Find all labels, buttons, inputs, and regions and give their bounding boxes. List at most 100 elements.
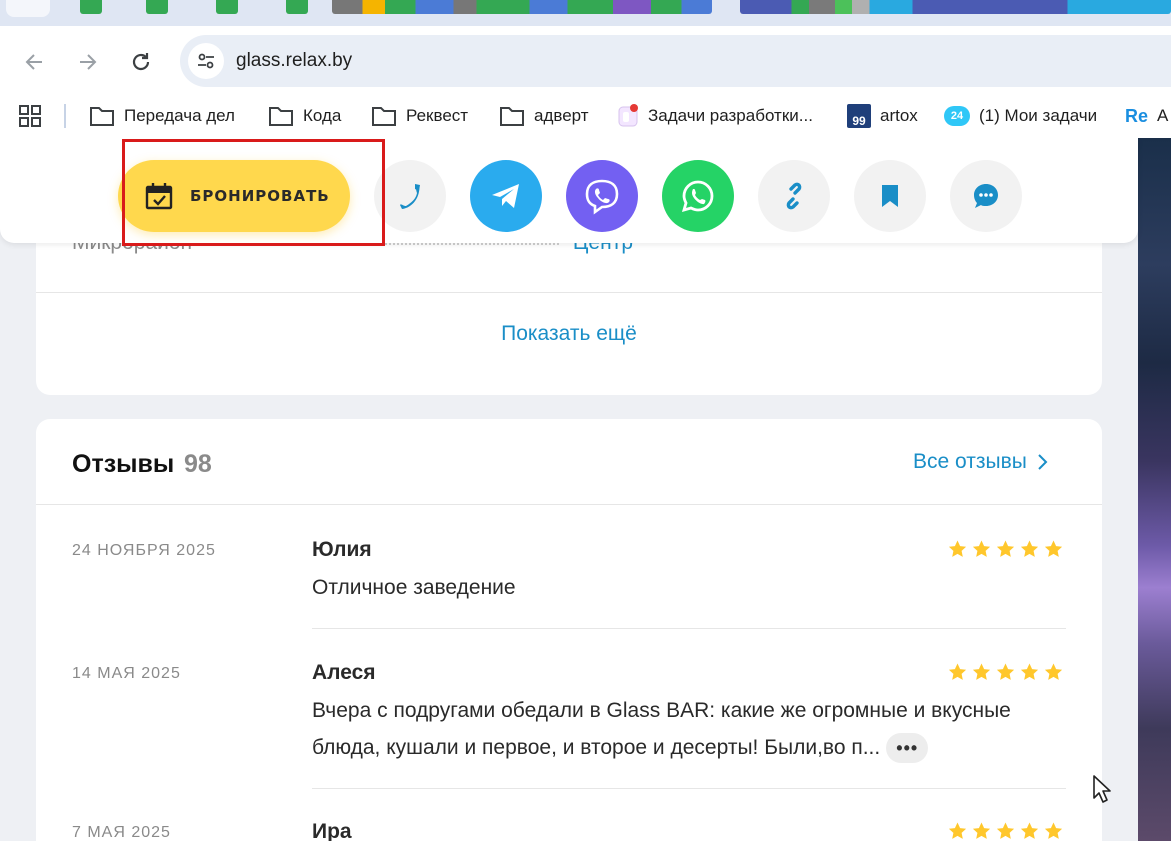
- url-text[interactable]: glass.relax.by: [236, 50, 352, 72]
- star-icon: [948, 822, 967, 839]
- folder-icon: [500, 107, 524, 126]
- star-icon: [1020, 663, 1039, 680]
- star-icon: [1044, 540, 1063, 557]
- bookmark-label: Реквест: [406, 106, 469, 125]
- folder-icon: [90, 107, 114, 126]
- bookmark-label: artox: [880, 106, 918, 125]
- back-arrow-icon: [25, 54, 42, 70]
- reviews-card: Отзывы 98 Все отзывы 24 ноября 2025 Юлия…: [36, 419, 1102, 841]
- apps-grid-icon: [19, 105, 41, 127]
- card-divider: [36, 292, 1102, 293]
- viber-button[interactable]: [566, 160, 638, 232]
- folder-icon: [372, 107, 396, 126]
- tab-home[interactable]: [6, 0, 50, 17]
- bookmark-label: Кода: [303, 106, 342, 125]
- reviews-title: Отзывы: [72, 450, 175, 478]
- bookmark-link[interactable]: 24 (1) Мои задачи: [944, 103, 1097, 129]
- bookmark-link[interactable]: Задачи разработки...: [617, 103, 813, 129]
- tab-favicon[interactable]: [146, 0, 168, 14]
- tab-favicons-group[interactable]: [332, 0, 712, 14]
- re-icon: Re: [1125, 105, 1149, 126]
- review-date: 14 мая 2025: [72, 665, 181, 682]
- bookmark-folder[interactable]: Реквест: [371, 103, 468, 129]
- star-icon: [1020, 540, 1039, 557]
- tab-favicon[interactable]: [80, 0, 102, 14]
- sticky-action-bar: БРОНИРОВАТЬ: [0, 138, 1138, 246]
- highlight-box: [122, 139, 385, 246]
- 99-icon: 99: [847, 104, 871, 128]
- reload-button[interactable]: [127, 48, 155, 76]
- mouse-cursor-icon: [1093, 775, 1111, 803]
- bookmark-label: A: [1157, 106, 1169, 125]
- reviews-header-divider: [36, 504, 1102, 505]
- bitrix24-icon: 24: [944, 106, 970, 126]
- review-date: 7 мая 2025: [72, 824, 171, 841]
- star-icon: [1044, 663, 1063, 680]
- review-rating: [947, 662, 1064, 682]
- bookmarks-bar: Передача дел Кода Реквест адверт Задачи …: [0, 94, 1171, 138]
- phone-icon: [400, 184, 420, 209]
- reload-icon: [132, 53, 150, 71]
- chat-icon: [974, 184, 998, 208]
- review-text: Отличное заведение: [312, 576, 516, 599]
- reviews-count: 98: [184, 450, 212, 478]
- telegram-icon: [492, 184, 519, 208]
- tab-strip: [0, 0, 1171, 26]
- share-link-button[interactable]: [758, 160, 830, 232]
- address-bar[interactable]: glass.relax.by: [180, 35, 1171, 87]
- star-icon: [948, 540, 967, 557]
- telegram-button[interactable]: [470, 160, 542, 232]
- folder-icon: [269, 107, 293, 126]
- bookmark-button[interactable]: [854, 160, 926, 232]
- review-divider: [312, 628, 1066, 629]
- back-button[interactable]: [20, 48, 48, 76]
- star-icon: [1044, 822, 1063, 839]
- star-icon: [948, 663, 967, 680]
- tab-favicon[interactable]: [286, 0, 308, 14]
- whatsapp-button[interactable]: [662, 160, 734, 232]
- review-author: Алеся: [312, 661, 376, 684]
- bookmark-label: Задачи разработки...: [648, 106, 813, 125]
- review-author: Ира: [312, 820, 352, 841]
- page-content: Микрорайон Центр Показать ещё Отзывы 98 …: [0, 138, 1171, 841]
- forward-arrow-icon: [80, 54, 97, 70]
- review-date: 24 ноября 2025: [72, 542, 216, 559]
- review-author: Юлия: [312, 538, 372, 561]
- star-icon: [996, 822, 1015, 839]
- star-icon: [1020, 822, 1039, 839]
- bookmarks-separator: [64, 104, 66, 128]
- star-icon: [996, 540, 1015, 557]
- bookmark-link[interactable]: Re A: [1125, 103, 1168, 129]
- chat-button[interactable]: [950, 160, 1022, 232]
- bookmark-link[interactable]: 99 artox: [847, 103, 918, 129]
- expand-review-button[interactable]: •••: [886, 733, 929, 764]
- review-text: Вчера с подругами обедали в Glass BAR: к…: [312, 692, 1064, 766]
- bookmark-label: (1) Мои задачи: [979, 106, 1098, 125]
- bookmark-folder[interactable]: Передача дел: [89, 103, 235, 129]
- star-icon: [972, 822, 991, 839]
- star-icon: [996, 663, 1015, 680]
- browser-toolbar: glass.relax.by: [0, 26, 1171, 94]
- apps-button[interactable]: [18, 103, 42, 129]
- venue-photo: [1138, 138, 1171, 841]
- review-rating: [947, 539, 1064, 559]
- show-more-link[interactable]: Показать ещё: [36, 322, 1102, 346]
- site-info-button[interactable]: [188, 43, 224, 79]
- tune-icon: [198, 53, 214, 69]
- bookmark-label: адверт: [534, 106, 589, 125]
- all-reviews-label: Все отзывы: [913, 450, 1027, 473]
- viber-icon: [585, 179, 619, 215]
- bookmark-folder[interactable]: адверт: [499, 103, 589, 129]
- star-icon: [972, 663, 991, 680]
- review-divider: [312, 788, 1066, 789]
- forward-button[interactable]: [74, 48, 102, 76]
- review-rating: [947, 821, 1064, 841]
- all-reviews-link[interactable]: Все отзывы: [913, 450, 1049, 474]
- tab-favicons-group[interactable]: [740, 0, 1171, 14]
- star-icon: [972, 540, 991, 557]
- chevron-right-icon: [1038, 454, 1048, 470]
- link-icon: [786, 182, 802, 210]
- app-icon: [618, 104, 638, 127]
- tab-favicon[interactable]: [216, 0, 238, 14]
- bookmark-folder[interactable]: Кода: [268, 103, 341, 129]
